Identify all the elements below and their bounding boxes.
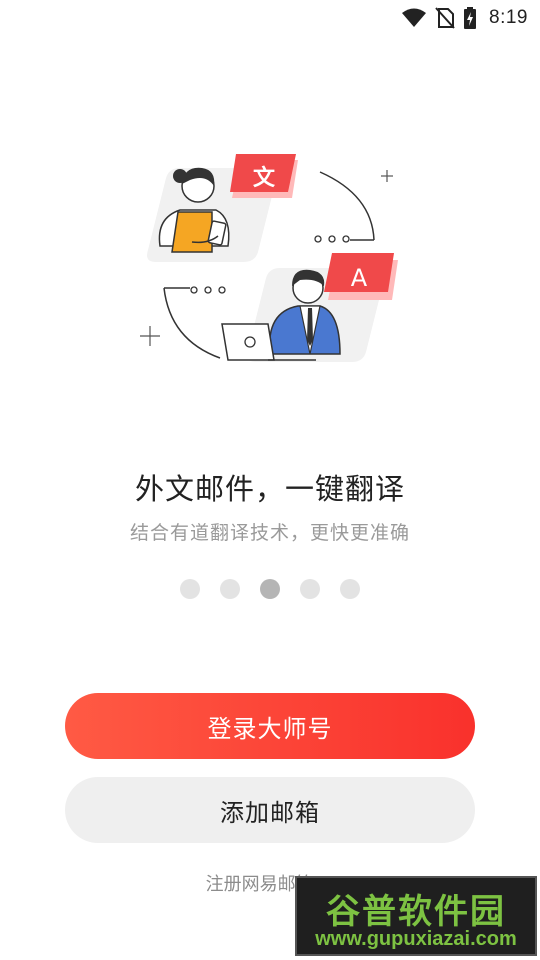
page-indicator <box>0 579 540 599</box>
wifi-icon <box>401 8 427 28</box>
page-dot <box>300 579 320 599</box>
latin-card: A <box>324 253 398 300</box>
onboarding-headline: 外文邮件，一键翻译 <box>134 472 405 506</box>
upper-arc <box>319 171 375 241</box>
onboarding-illustration: 文 A <box>120 140 420 380</box>
page-dot <box>340 579 360 599</box>
status-clock: 8:19 <box>489 7 528 28</box>
ellipsis-bottom <box>190 286 226 294</box>
status-bar: 8:19 <box>0 0 540 36</box>
battery-charging-icon <box>463 7 477 29</box>
page-dot <box>180 579 200 599</box>
ellipsis-top <box>314 235 350 243</box>
no-sim-icon <box>435 7 455 29</box>
svg-text:A: A <box>351 264 368 292</box>
watermark-title: 谷普软件园 <box>326 892 506 932</box>
add-mailbox-button[interactable]: 添加邮箱 <box>65 777 475 843</box>
page-dot <box>260 579 280 599</box>
svg-text:文: 文 <box>253 165 276 191</box>
page-dot <box>220 579 240 599</box>
lower-arc <box>163 287 221 359</box>
watermark-logo: 谷普软件园 www.gupuxiazai.com <box>295 876 537 956</box>
login-master-account-button[interactable]: 登录大师号 <box>65 693 475 759</box>
watermark-url: www.gupuxiazai.com <box>315 928 517 950</box>
chinese-card: 文 <box>230 154 298 198</box>
onboarding-subline: 结合有道翻译技术，更快更准确 <box>129 522 410 544</box>
status-icons: 8:19 <box>401 6 528 30</box>
